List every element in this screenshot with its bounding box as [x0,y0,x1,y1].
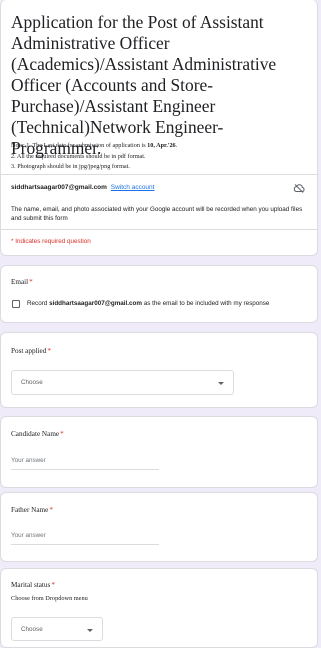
required-star: * [51,581,55,589]
required-indicator-note: * Indicates required question [11,238,91,245]
email-question-card: Email* Record siddhartsaagar007@gmail.co… [0,265,318,323]
note-line-3: 3. Photograph should be in jpg/jpeg/png … [11,163,130,170]
required-star: * [29,278,33,286]
candidate-name-label: Candidate Name* [11,430,64,438]
header-divider-2 [1,229,317,230]
deadline-date: 10, Apr.'26 [147,142,176,149]
father-name-input[interactable]: Your answer [11,532,159,545]
header-divider-1 [1,174,317,175]
switch-account-link[interactable]: Switch account [111,184,155,191]
marital-status-card: Marital status* Choose from Dropdown men… [0,568,318,648]
marital-status-selected: Choose [21,626,43,633]
marital-status-dropdown[interactable]: Choose [11,617,103,641]
email-label: Email* [11,278,33,286]
note-line-1: Note: 1. The Last date for submission of… [11,142,178,149]
required-star: * [47,347,51,355]
father-name-card: Father Name* Your answer [0,492,318,562]
form-title: Application for the Post of Assistant Ad… [11,12,277,158]
form-notes: Note: 1. The Last date for submission of… [11,141,311,173]
account-email: siddhartsaagar007@gmail.com [11,184,107,191]
candidate-name-input[interactable]: Your answer [11,457,159,470]
chevron-down-icon [218,382,224,385]
marital-status-label: Marital status* [11,581,55,589]
record-email-label: Record siddhartsaagar007@gmail.com as th… [27,300,270,307]
note-line-2: 2. All the required documents should be … [11,152,146,160]
post-applied-card: Post applied* Choose [0,332,318,408]
post-applied-label: Post applied* [11,347,51,355]
chevron-down-icon [87,629,93,632]
privacy-notice: The name, email, and photo associated wi… [11,206,303,222]
candidate-name-card: Candidate Name* Your answer [0,416,318,488]
account-row: siddhartsaagar007@gmail.com Switch accou… [11,184,154,191]
post-applied-selected: Choose [21,379,43,386]
post-applied-dropdown[interactable]: Choose [11,370,234,395]
required-star: * [49,506,53,514]
form-header-card: Application for the Post of Assistant Ad… [0,0,318,256]
record-email-checkbox[interactable] [12,300,20,308]
required-star: * [60,430,64,438]
cloud-not-saved-icon [293,184,305,193]
father-name-label: Father Name* [11,506,53,514]
marital-status-helper: Choose from Dropdown menu [11,595,88,602]
